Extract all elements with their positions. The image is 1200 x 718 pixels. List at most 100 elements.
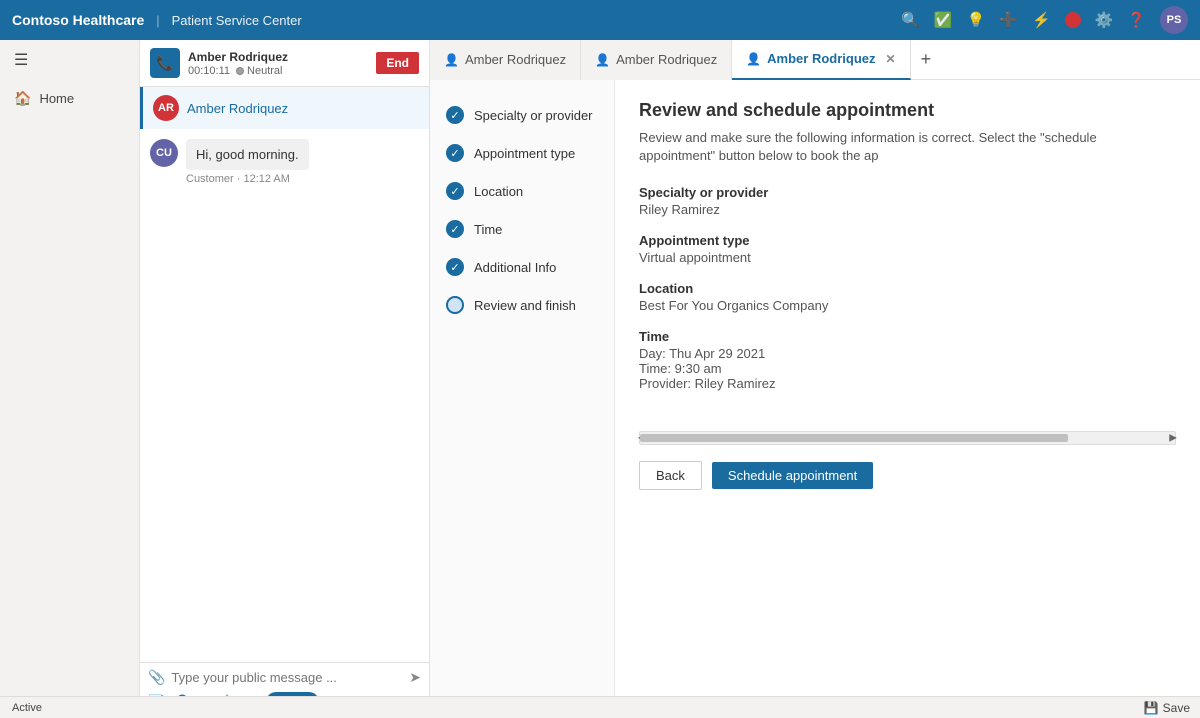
specialty-label: Specialty or provider <box>639 185 1176 200</box>
schedule-appointment-button[interactable]: Schedule appointment <box>712 462 873 489</box>
tab-label-1: Amber Rodriquez <box>465 52 566 67</box>
home-icon: 🏠 <box>14 90 31 107</box>
neutral-circle <box>236 67 244 75</box>
step-check-review <box>446 296 464 314</box>
step-label-time: Time <box>474 222 502 237</box>
sidebar-item-home[interactable]: 🏠 Home <box>0 80 139 117</box>
chat-message: CU Hi, good morning. Customer · 12:12 AM <box>150 139 419 185</box>
step-appointment-type[interactable]: ✓ Appointment type <box>430 134 614 172</box>
tab-amber-2[interactable]: 👤 Amber Rodriquez <box>581 40 732 80</box>
step-additional-info[interactable]: ✓ Additional Info <box>430 248 614 286</box>
contact-name: Amber Rodriquez <box>187 101 288 116</box>
person-icon-3: 👤 <box>746 52 761 66</box>
tab-label-2: Amber Rodriquez <box>616 52 717 67</box>
sidebar-home-label: Home <box>39 91 74 106</box>
person-icon-1: 👤 <box>444 53 459 67</box>
tab-amber-1[interactable]: 👤 Amber Rodriquez <box>430 40 581 80</box>
save-label: Save <box>1163 701 1190 715</box>
review-panel: Review and schedule appointment Review a… <box>615 80 1200 718</box>
step-location[interactable]: ✓ Location <box>430 172 614 210</box>
step-check-appointment: ✓ <box>446 144 464 162</box>
user-avatar[interactable]: PS <box>1160 6 1188 34</box>
chat-bubble-text: Hi, good morning. <box>186 139 309 170</box>
app-brand: Contoso Healthcare <box>12 12 144 28</box>
steps-panel: ✓ Specialty or provider ✓ Appointment ty… <box>430 80 615 718</box>
review-field-time: Time Day: Thu Apr 29 2021Time: 9:30 amPr… <box>639 329 1176 391</box>
notification-badge[interactable] <box>1065 12 1081 28</box>
step-label-location: Location <box>474 184 523 199</box>
phone-icon: 📞 <box>156 55 173 72</box>
step-specialty[interactable]: ✓ Specialty or provider <box>430 96 614 134</box>
review-title: Review and schedule appointment <box>639 100 1176 121</box>
contact-avatar: AR <box>153 95 179 121</box>
agent-panel: 📞 Amber Rodriquez 00:10:11 Neutral End A… <box>140 40 430 718</box>
agent-call-avatar: 📞 <box>150 48 180 78</box>
hamburger-menu[interactable]: ☰ <box>0 40 139 80</box>
agent-call-meta: 00:10:11 Neutral <box>188 65 368 77</box>
appointment-value: Virtual appointment <box>639 250 1176 265</box>
time-value: Day: Thu Apr 29 2021Time: 9:30 amProvide… <box>639 346 1176 391</box>
contact-item[interactable]: AR Amber Rodriquez <box>140 87 429 129</box>
review-field-appointment: Appointment type Virtual appointment <box>639 233 1176 265</box>
content-area: ✓ Specialty or provider ✓ Appointment ty… <box>430 80 1200 718</box>
step-label-additional: Additional Info <box>474 260 556 275</box>
person-icon-2: 👤 <box>595 53 610 67</box>
sidebar: ☰ 🏠 Home <box>0 40 140 718</box>
sentiment-label: Neutral <box>247 65 282 77</box>
tabs-bar: 👤 Amber Rodriquez 👤 Amber Rodriquez 👤 Am… <box>430 40 1200 80</box>
step-time[interactable]: ✓ Time <box>430 210 614 248</box>
chat-bubble-meta: Customer · 12:12 AM <box>186 173 309 185</box>
step-label-review: Review and finish <box>474 298 576 313</box>
settings-icon[interactable]: ⚙️ <box>1095 11 1114 29</box>
step-check-time: ✓ <box>446 220 464 238</box>
nav-divider: | <box>156 13 159 28</box>
top-nav: Contoso Healthcare | Patient Service Cen… <box>0 0 1200 40</box>
filter-icon[interactable]: ⚡ <box>1032 11 1051 29</box>
back-button[interactable]: Back <box>639 461 702 490</box>
scroll-right-icon[interactable]: ▶ <box>1169 433 1177 444</box>
review-actions: Back Schedule appointment <box>639 461 1176 490</box>
top-nav-icons: 🔍 ✅ 💡 ➕ ⚡ ⚙️ ❓ PS <box>901 6 1188 34</box>
lightbulb-icon[interactable]: 💡 <box>967 11 986 29</box>
send-icon[interactable]: ➤ <box>409 669 421 686</box>
attach-icon[interactable]: 📎 <box>148 669 165 686</box>
tab-add-button[interactable]: + <box>911 49 942 70</box>
call-time: 00:10:11 <box>188 65 230 77</box>
scrollbar-thumb[interactable] <box>640 434 1068 442</box>
review-field-location: Location Best For You Organics Company <box>639 281 1176 313</box>
save-icon: 💾 <box>1144 701 1159 715</box>
agent-call-name: Amber Rodriquez <box>188 50 368 64</box>
search-icon[interactable]: 🔍 <box>901 11 920 29</box>
tab-amber-3[interactable]: 👤 Amber Rodriquez ✕ <box>732 40 910 80</box>
save-button[interactable]: 💾 Save <box>1144 701 1190 715</box>
appointment-label: Appointment type <box>639 233 1176 248</box>
step-label-appointment: Appointment type <box>474 146 575 161</box>
customer-avatar: CU <box>150 139 178 167</box>
checkmark-circle-icon[interactable]: ✅ <box>934 11 953 29</box>
sentiment-badge: Neutral <box>236 65 282 77</box>
step-review[interactable]: Review and finish <box>430 286 614 324</box>
end-call-button[interactable]: End <box>376 52 419 74</box>
step-check-specialty: ✓ <box>446 106 464 124</box>
tab-label-3: Amber Rodriquez <box>767 51 875 66</box>
chat-area: CU Hi, good morning. Customer · 12:12 AM… <box>140 129 429 718</box>
horizontal-scrollbar[interactable]: ◀ ▶ <box>639 431 1176 445</box>
time-label: Time <box>639 329 1176 344</box>
plus-icon[interactable]: ➕ <box>999 11 1018 29</box>
help-icon[interactable]: ❓ <box>1127 11 1146 29</box>
app-subtitle: Patient Service Center <box>172 13 302 28</box>
step-label-specialty: Specialty or provider <box>474 108 593 123</box>
step-check-additional: ✓ <box>446 258 464 276</box>
specialty-value: Riley Ramirez <box>639 202 1176 217</box>
location-label: Location <box>639 281 1176 296</box>
main-layout: ☰ 🏠 Home 📞 Amber Rodriquez 00:10:11 Neut… <box>0 40 1200 718</box>
tab-close-icon[interactable]: ✕ <box>886 52 896 66</box>
location-value: Best For You Organics Company <box>639 298 1176 313</box>
agent-call-info: Amber Rodriquez 00:10:11 Neutral <box>188 50 368 77</box>
status-text: Active <box>12 702 42 714</box>
chat-input[interactable] <box>171 670 403 685</box>
review-field-specialty: Specialty or provider Riley Ramirez <box>639 185 1176 217</box>
review-subtitle: Review and make sure the following infor… <box>639 129 1176 165</box>
step-check-location: ✓ <box>446 182 464 200</box>
agent-call-bar: 📞 Amber Rodriquez 00:10:11 Neutral End <box>140 40 429 87</box>
